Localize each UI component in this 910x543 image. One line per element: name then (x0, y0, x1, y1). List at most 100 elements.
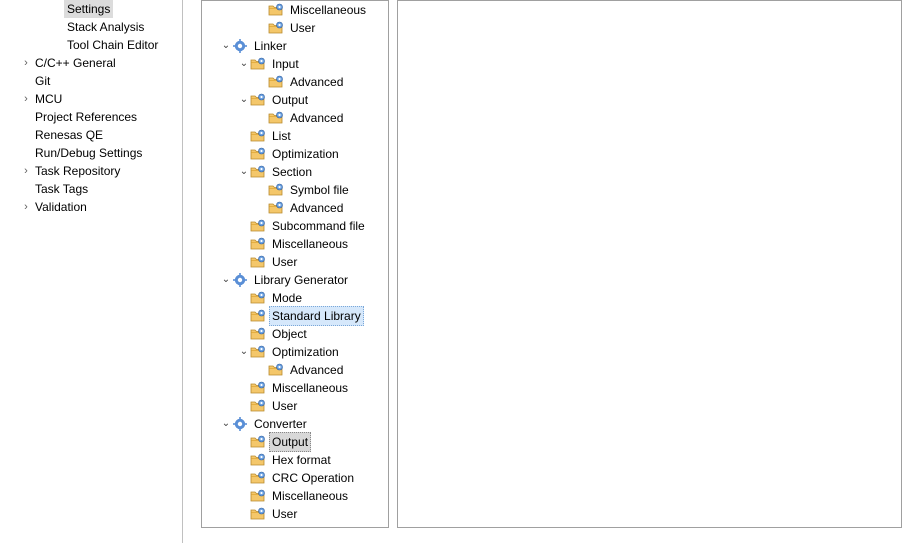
no-arrow: · (238, 451, 250, 469)
tree-item-label: Miscellaneous (269, 234, 351, 254)
tree-item-label: Object (269, 324, 310, 344)
tree-item[interactable]: ·Mode (202, 289, 388, 307)
collapse-arrow-icon[interactable]: ⌄ (238, 163, 250, 181)
tree-item[interactable]: ·User (202, 397, 388, 415)
category-item[interactable]: ·Git (0, 72, 182, 90)
category-item[interactable]: ·Settings (0, 0, 182, 18)
tree-item[interactable]: · Advanced (202, 109, 388, 127)
folder-icon (250, 254, 266, 270)
folder-icon (250, 470, 266, 486)
tree-item[interactable]: ⌄Optimization (202, 343, 388, 361)
no-arrow: · (256, 199, 268, 217)
folder-icon (250, 236, 266, 252)
folder-icon (250, 128, 266, 144)
tree-item[interactable]: · CRC Operation (202, 469, 388, 487)
folder-icon (250, 218, 266, 234)
collapse-arrow-icon[interactable]: ⌄ (238, 91, 250, 109)
expand-arrow-icon[interactable]: › (20, 90, 32, 108)
tree-item[interactable]: ⌄Input (202, 55, 388, 73)
tree-item[interactable]: ·Miscellaneous (202, 379, 388, 397)
tree-item[interactable]: ·User (202, 253, 388, 271)
tree-item-label: Section (269, 162, 315, 182)
expand-arrow-icon[interactable]: › (20, 198, 32, 216)
tree-item[interactable]: ·Advanced (202, 361, 388, 379)
category-item[interactable]: ›Validation (0, 198, 182, 216)
folder-icon (250, 380, 266, 396)
no-arrow: · (256, 19, 268, 37)
category-item[interactable]: ›C/C++ General (0, 54, 182, 72)
collapse-arrow-icon[interactable]: ⌄ (220, 271, 232, 289)
tree-item[interactable]: ·Symbol file (202, 181, 388, 199)
tree-item[interactable]: ⌄Linker (202, 37, 388, 55)
folder-icon (250, 56, 266, 72)
expand-arrow-icon: · (52, 0, 64, 18)
tool-icon (232, 416, 248, 432)
tree-item-label: Advanced (287, 108, 346, 128)
tree-item-label: Converter (251, 414, 310, 434)
tree-item-label: List (269, 126, 294, 146)
no-arrow: · (238, 379, 250, 397)
tree-item[interactable]: ⌄Library Generator (202, 271, 388, 289)
expand-arrow-icon[interactable]: › (20, 162, 32, 180)
tree-item[interactable]: ·Optimization (202, 145, 388, 163)
collapse-arrow-icon[interactable]: ⌄ (220, 415, 232, 433)
tree-item[interactable]: ·Advanced (202, 73, 388, 91)
tree-item[interactable]: ·Miscellaneous (202, 487, 388, 505)
no-arrow: · (256, 109, 268, 127)
category-item[interactable]: ·Task Tags (0, 180, 182, 198)
no-arrow: · (238, 469, 250, 487)
no-arrow: · (238, 433, 250, 451)
category-label: Project References (32, 108, 140, 126)
category-item[interactable]: ·Project References (0, 108, 182, 126)
no-arrow: · (238, 235, 250, 253)
folder-icon (250, 146, 266, 162)
settings-right-area: ·Miscellaneous·User⌄Linker⌄Input·Advance… (183, 0, 910, 543)
folder-icon (250, 452, 266, 468)
category-label: Tool Chain Editor (64, 36, 161, 54)
collapse-arrow-icon[interactable]: ⌄ (220, 37, 232, 55)
category-item[interactable]: ·Renesas QE (0, 126, 182, 144)
collapse-arrow-icon[interactable]: ⌄ (238, 343, 250, 361)
tree-item[interactable]: · User (202, 505, 388, 523)
tree-item[interactable]: ·Advanced (202, 199, 388, 217)
category-item[interactable]: ›Task Repository (0, 162, 182, 180)
tree-item[interactable]: ·User (202, 19, 388, 37)
folder-icon (250, 290, 266, 306)
category-item[interactable]: ·Stack Analysis (0, 18, 182, 36)
tree-item-label: Output (269, 90, 311, 110)
expand-arrow-icon: · (20, 108, 32, 126)
tree-item-label: CRC Operation (269, 468, 357, 488)
tool-settings-properties (397, 0, 902, 528)
category-label: C/C++ General (32, 54, 119, 72)
tree-item-label: User (269, 504, 300, 524)
folder-icon (250, 308, 266, 324)
category-item[interactable]: ·Tool Chain Editor (0, 36, 182, 54)
tree-item[interactable]: · Hex format (202, 451, 388, 469)
tree-item-label: Hex format (269, 450, 334, 470)
no-arrow: · (256, 73, 268, 91)
category-list: ·Settings·Stack Analysis·Tool Chain Edit… (0, 0, 183, 543)
tree-item[interactable]: ⌄ Section (202, 163, 388, 181)
folder-icon (250, 434, 266, 450)
tree-item-label: Miscellaneous (269, 486, 351, 506)
tree-item-label: Mode (269, 288, 305, 308)
tree-item[interactable]: ·Output (202, 433, 388, 451)
no-arrow: · (256, 1, 268, 19)
tree-item[interactable]: ·Subcommand file (202, 217, 388, 235)
tree-item[interactable]: ·Object (202, 325, 388, 343)
tree-item[interactable]: ·Miscellaneous (202, 1, 388, 19)
tree-item[interactable]: ⌄ Converter (202, 415, 388, 433)
no-arrow: · (238, 217, 250, 235)
collapse-arrow-icon[interactable]: ⌄ (238, 55, 250, 73)
expand-arrow-icon[interactable]: › (20, 54, 32, 72)
category-label: Task Repository (32, 162, 123, 180)
expand-arrow-icon: · (52, 18, 64, 36)
category-label: Task Tags (32, 180, 91, 198)
category-item[interactable]: ·Run/Debug Settings (0, 144, 182, 162)
tree-item[interactable]: · Miscellaneous (202, 235, 388, 253)
tree-item[interactable]: ·List (202, 127, 388, 145)
no-arrow: · (238, 505, 250, 523)
tree-item[interactable]: ⌄ Output (202, 91, 388, 109)
tree-item[interactable]: ·Standard Library (202, 307, 388, 325)
category-item[interactable]: ›MCU (0, 90, 182, 108)
